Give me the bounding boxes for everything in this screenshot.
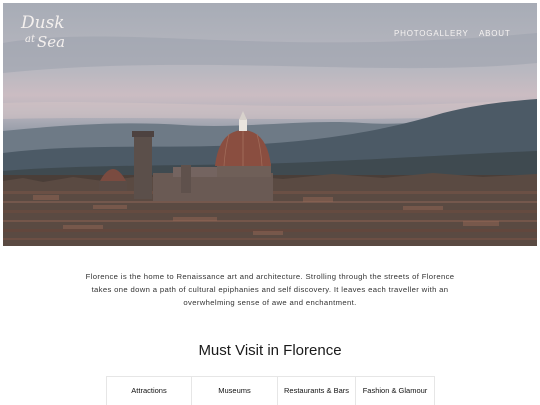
hero-image: Dusk at Sea PHOTOGALLERY ABOUT [3,3,537,246]
intro-line: overwhelming sense of awe and enchantmen… [183,298,357,308]
tab-attractions[interactable]: Attractions [107,377,192,405]
tab-restaurants-bars[interactable]: Restaurants & Bars [278,377,356,405]
intro-paragraph: Florence is the home to Renaissance art … [80,270,460,310]
intro-line: takes one down a path of cultural epipha… [91,285,449,295]
category-tabs: Attractions Museums Restaurants & Bars F… [106,376,435,405]
nav-photogallery-link[interactable]: PHOTOGALLERY [394,29,469,38]
brand-logo-line3: Sea [37,33,66,51]
brand-logo-line2: at [25,34,35,45]
brand-logo-line1: Dusk [21,13,65,33]
tab-museums[interactable]: Museums [192,377,278,405]
tab-fashion-glamour[interactable]: Fashion & Glamour [356,377,434,405]
intro-line: Florence is the home to Renaissance art … [85,272,455,281]
brand-logo[interactable]: Dusk at Sea [21,13,69,53]
section-title: Must Visit in Florence [198,342,342,359]
nav-about-link[interactable]: ABOUT [479,29,511,38]
florence-skyline-photo [3,33,537,246]
